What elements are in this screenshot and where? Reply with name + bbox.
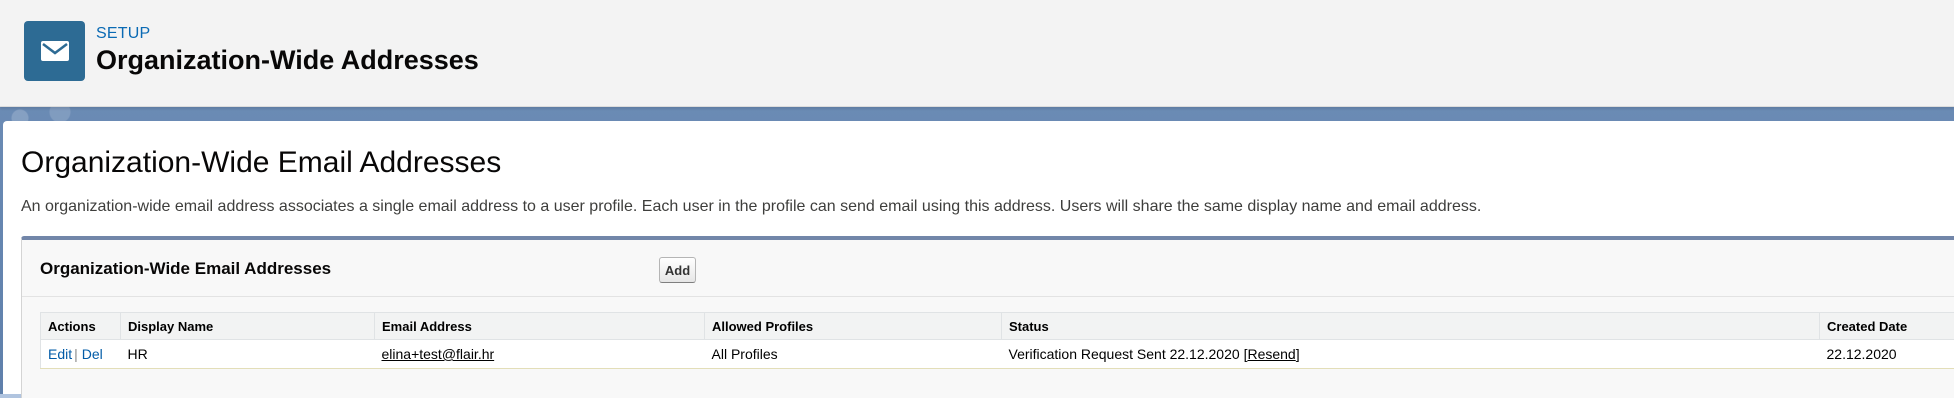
section-heading: Organization-Wide Email Addresses bbox=[21, 146, 501, 180]
allowed-profiles-cell: All Profiles bbox=[705, 340, 1002, 369]
column-header-allowed-profiles[interactable]: Allowed Profiles bbox=[705, 313, 1002, 340]
delete-link[interactable]: Del bbox=[82, 346, 103, 362]
column-header-status[interactable]: Status bbox=[1002, 313, 1820, 340]
header-eyebrow: SETUP bbox=[96, 25, 150, 43]
envelope-icon bbox=[24, 21, 85, 81]
column-header-created-date[interactable]: Created Date bbox=[1820, 313, 1954, 340]
created-date-cell: 22.12.2020 bbox=[1820, 340, 1954, 369]
panel-header: Organization-Wide Email Addresses Add bbox=[22, 240, 1954, 297]
edit-link[interactable]: Edit bbox=[48, 346, 72, 362]
status-cell: Verification Request Sent 22.12.2020 [Re… bbox=[1002, 340, 1820, 369]
resend-bracket-close: ] bbox=[1296, 346, 1300, 362]
page-header: SETUP Organization-Wide Addresses bbox=[0, 0, 1954, 107]
status-text: Verification Request Sent 22.12.2020 bbox=[1009, 346, 1240, 362]
addresses-table: Actions Display Name Email Address Allow… bbox=[40, 312, 1954, 369]
page-description: An organization-wide email address assoc… bbox=[21, 198, 1481, 216]
page-title: Organization-Wide Addresses bbox=[96, 45, 479, 76]
add-button[interactable]: Add bbox=[659, 257, 696, 283]
main-content: Organization-Wide Email Addresses An org… bbox=[3, 121, 1954, 394]
action-separator: | bbox=[74, 346, 78, 362]
addresses-panel: Organization-Wide Email Addresses Add Ac… bbox=[21, 236, 1954, 398]
email-cell: elina+test@flair.hr bbox=[375, 340, 705, 369]
actions-cell: Edit|Del bbox=[41, 340, 121, 369]
email-address-link[interactable]: elina+test@flair.hr bbox=[382, 346, 495, 362]
display-name-cell: HR bbox=[121, 340, 375, 369]
column-header-display-name[interactable]: Display Name bbox=[121, 313, 375, 340]
column-header-email-address[interactable]: Email Address bbox=[375, 313, 705, 340]
panel-title: Organization-Wide Email Addresses bbox=[40, 259, 331, 279]
column-header-actions[interactable]: Actions bbox=[41, 313, 121, 340]
resend-link[interactable]: Resend bbox=[1247, 346, 1295, 362]
table-row: Edit|Del HR elina+test@flair.hr All Prof… bbox=[41, 340, 1954, 369]
table-header-row: Actions Display Name Email Address Allow… bbox=[41, 313, 1954, 340]
